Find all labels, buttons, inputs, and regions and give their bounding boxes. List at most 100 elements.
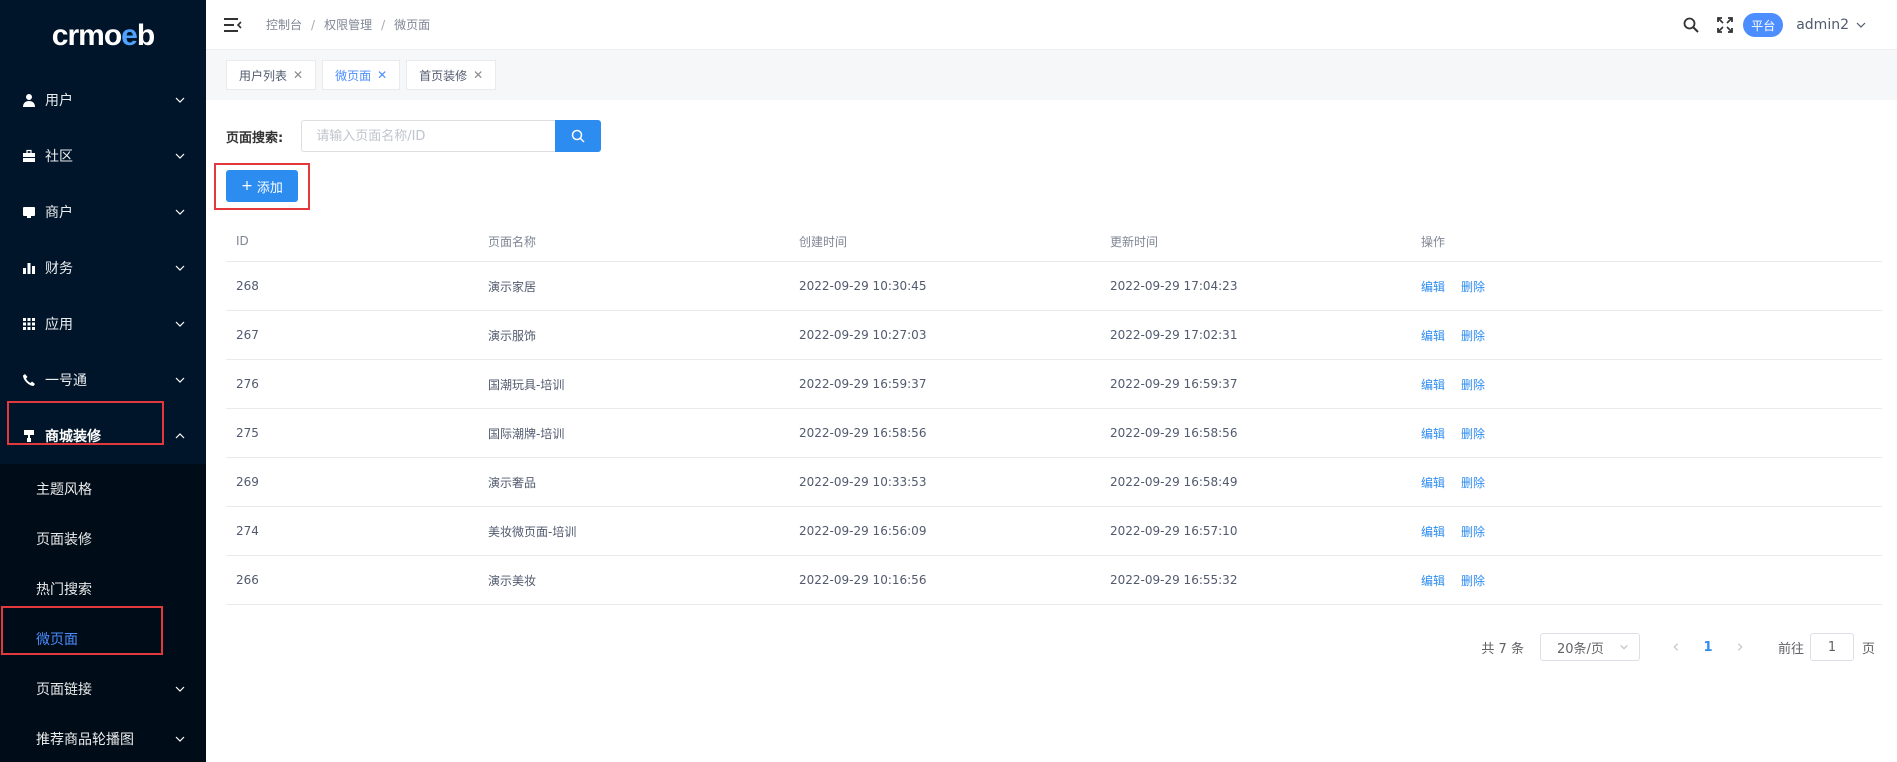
- table-row: 274 美妆微页面-培训 2022-09-29 16:56:09 2022-09-29…: [226, 507, 1882, 556]
- search-input[interactable]: [301, 120, 556, 152]
- chevron-down-icon: [175, 321, 185, 327]
- page-size-select[interactable]: 20条/页: [1539, 633, 1640, 661]
- cell-updated: 2022-09-29 16:57:10: [1110, 524, 1238, 538]
- crmeb-logo[interactable]: crm o e b: [0, 0, 206, 72]
- breadcrumb-item[interactable]: 权限管理: [324, 16, 372, 33]
- breadcrumb-item[interactable]: 控制台: [266, 16, 302, 33]
- search-button[interactable]: [555, 120, 602, 152]
- edit-link[interactable]: 编辑: [1421, 523, 1445, 540]
- delete-link[interactable]: 删除: [1461, 278, 1485, 295]
- sidebar-item-hot-search[interactable]: 热门搜索: [0, 564, 206, 614]
- add-button[interactable]: + 添加: [226, 170, 298, 202]
- table-row: 275 国际潮牌-培训 2022-09-29 16:58:56 2022-09-29 …: [226, 409, 1882, 458]
- chevron-down-icon: [175, 736, 185, 742]
- cell-updated: 2022-09-29 17:02:31: [1110, 328, 1238, 342]
- close-icon[interactable]: ✕: [377, 68, 387, 82]
- edit-link[interactable]: 编辑: [1421, 425, 1445, 442]
- chevron-down-icon: [175, 97, 185, 103]
- cell-id: 269: [236, 475, 259, 489]
- sidebar-item-apps[interactable]: 应用: [0, 296, 206, 352]
- sidebar-item-page-links[interactable]: 页面链接: [0, 664, 206, 714]
- close-icon[interactable]: ✕: [293, 68, 303, 82]
- edit-link[interactable]: 编辑: [1421, 474, 1445, 491]
- column-header-created: 创建时间: [799, 234, 848, 249]
- cell-name: 演示服饰: [488, 328, 537, 343]
- cell-name: 国际潮牌-培训: [488, 426, 565, 441]
- chevron-down-icon: [175, 209, 185, 215]
- edit-link[interactable]: 编辑: [1421, 572, 1445, 589]
- delete-link[interactable]: 删除: [1461, 523, 1485, 540]
- cell-created: 2022-09-29 16:58:56: [799, 426, 927, 440]
- paint-roller-icon: [21, 428, 37, 444]
- user-menu[interactable]: admin2: [1796, 17, 1867, 33]
- fullscreen-icon[interactable]: [1717, 17, 1734, 33]
- phone-icon: [21, 372, 37, 388]
- search-form: 页面搜索:: [226, 120, 602, 152]
- shop-icon: [21, 204, 37, 220]
- tab-micro-page[interactable]: 微页面 ✕: [322, 60, 401, 90]
- sidebar-item-page-decoration[interactable]: 页面装修: [0, 514, 206, 564]
- search-icon: [571, 129, 585, 143]
- goto-page: 前往 页: [1778, 633, 1875, 661]
- cell-created: 2022-09-29 10:30:45: [799, 279, 927, 293]
- header-actions: 平台 admin2: [1683, 0, 1867, 50]
- sidebar-item-user[interactable]: 用户: [0, 72, 206, 128]
- cell-name: 演示家居: [488, 279, 537, 294]
- platform-badge: 平台: [1743, 13, 1784, 37]
- table-row: 269 演示奢品 2022-09-29 10:33:53 2022-09-29 16:…: [226, 458, 1882, 507]
- delete-link[interactable]: 删除: [1461, 474, 1485, 491]
- sidebar-item-theme-style[interactable]: 主题风格: [0, 464, 206, 514]
- pagination: 共 7 条 20条/页 1 前往 页: [1481, 633, 1875, 661]
- edit-link[interactable]: 编辑: [1421, 278, 1445, 295]
- goto-page-input[interactable]: [1809, 633, 1854, 661]
- cell-created: 2022-09-29 16:59:37: [799, 377, 927, 391]
- cell-name: 国潮玩具-培训: [488, 377, 565, 392]
- username: admin2: [1796, 17, 1849, 33]
- cell-name: 演示美妆: [488, 573, 537, 588]
- cell-actions: 编辑 删除: [1411, 523, 1882, 540]
- edit-link[interactable]: 编辑: [1421, 327, 1445, 344]
- cell-updated: 2022-09-29 16:58:49: [1110, 475, 1238, 489]
- column-header-name: 页面名称: [488, 234, 537, 249]
- delete-link[interactable]: 删除: [1461, 327, 1485, 344]
- sidebar-item-mall-decoration[interactable]: 商城装修: [0, 408, 206, 464]
- cell-actions: 编辑 删除: [1411, 327, 1882, 344]
- chevron-up-icon: [175, 433, 185, 439]
- prev-page-button[interactable]: [1662, 633, 1690, 661]
- table-row: 276 国潮玩具-培训 2022-09-29 16:59:37 2022-09-29 …: [226, 360, 1882, 409]
- sidebar-item-finance[interactable]: 财务: [0, 240, 206, 296]
- next-page-button[interactable]: [1726, 633, 1754, 661]
- sidebar-item-merchant[interactable]: 商户: [0, 184, 206, 240]
- column-header-actions: 操作: [1421, 234, 1446, 249]
- edit-link[interactable]: 编辑: [1421, 376, 1445, 393]
- menu-collapse-icon[interactable]: [224, 17, 242, 33]
- tab-home-decoration[interactable]: 首页装修 ✕: [406, 60, 497, 90]
- chevron-down-icon: [1856, 22, 1866, 28]
- chevron-down-icon: [175, 153, 185, 159]
- delete-link[interactable]: 删除: [1461, 572, 1485, 589]
- search-icon[interactable]: [1683, 17, 1699, 33]
- delete-link[interactable]: 删除: [1461, 376, 1485, 393]
- bar-chart-icon: [21, 260, 37, 276]
- delete-link[interactable]: 删除: [1461, 425, 1485, 442]
- sidebar-item-recommend-carousel[interactable]: 推荐商品轮播图: [0, 714, 206, 762]
- grid-icon: [21, 316, 37, 332]
- top-header: 控制台 / 权限管理 / 微页面 平台 admin2: [206, 0, 1897, 50]
- cell-name: 美妆微页面-培训: [488, 524, 577, 539]
- cell-updated: 2022-09-29 16:59:37: [1110, 377, 1238, 391]
- close-icon[interactable]: ✕: [473, 68, 483, 82]
- cell-name: 演示奢品: [488, 475, 537, 490]
- sidebar-item-community[interactable]: 社区: [0, 128, 206, 184]
- column-header-updated: 更新时间: [1110, 234, 1159, 249]
- cell-id: 274: [236, 524, 259, 538]
- sidebar: crm o e b 用户 社区 商户 财务 应用 一号通 商城装修 主题风格 页…: [0, 0, 206, 762]
- tab-user-list[interactable]: 用户列表 ✕: [226, 60, 317, 90]
- cell-created: 2022-09-29 16:56:09: [799, 524, 927, 538]
- cell-updated: 2022-09-29 16:55:32: [1110, 573, 1238, 587]
- cell-id: 268: [236, 279, 259, 293]
- page-number[interactable]: 1: [1690, 633, 1726, 661]
- breadcrumb: 控制台 / 权限管理 / 微页面: [266, 16, 431, 33]
- sidebar-item-micro-page[interactable]: 微页面: [0, 614, 206, 664]
- table-row: 268 演示家居 2022-09-29 10:30:45 2022-09-29 17:…: [226, 262, 1882, 311]
- sidebar-item-yihaotong[interactable]: 一号通: [0, 352, 206, 408]
